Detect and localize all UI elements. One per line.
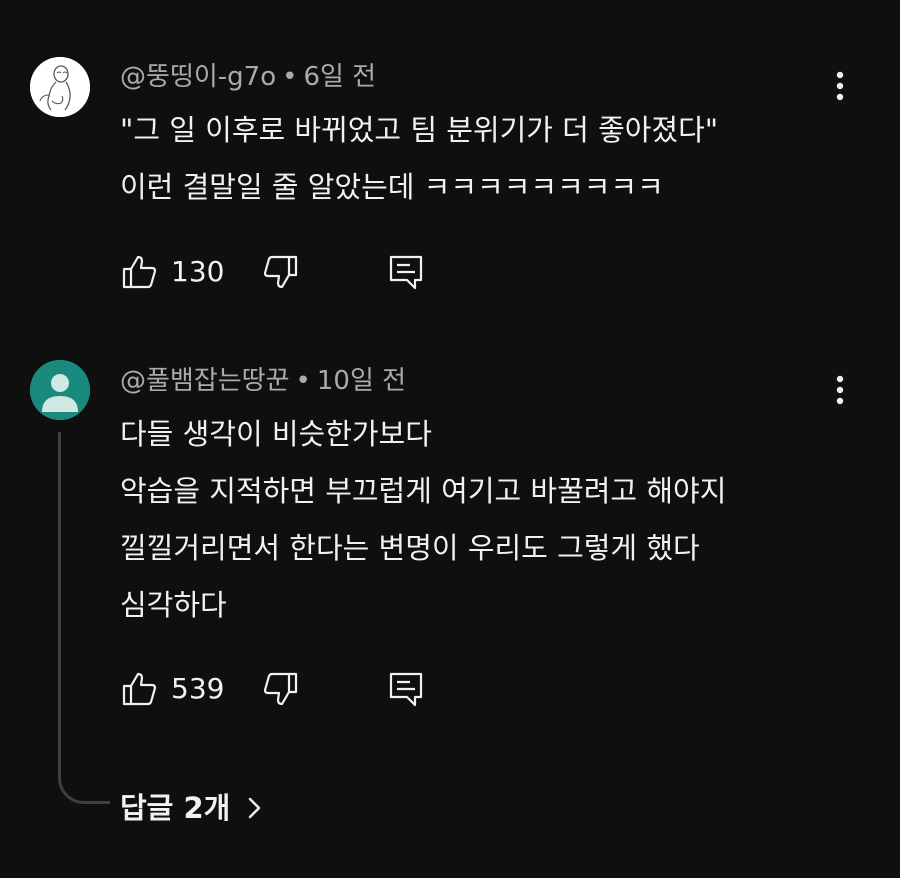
thumb-up-icon <box>122 255 157 289</box>
comment-line: "그 일 이후로 바뀌었고 팀 분위기가 더 좋아졌다" <box>120 113 719 147</box>
more-vert-icon <box>836 375 844 405</box>
like-button[interactable] <box>120 252 160 292</box>
more-vert-icon <box>836 71 844 101</box>
reply-button[interactable] <box>386 252 426 292</box>
thumb-up-icon <box>122 672 157 706</box>
comment-time[interactable]: 10일 전 <box>317 366 406 396</box>
reply-thread-line <box>58 432 110 804</box>
meta-separator: • <box>282 62 298 92</box>
comment-time[interactable]: 6일 전 <box>303 62 376 92</box>
comment-line: 낄낄거리면서 한다는 변명이 우리도 그렇게 했다 <box>120 531 700 565</box>
comment-meta: @풀뱀잡는땅꾼 • 10일 전 <box>120 368 406 394</box>
comment-line: 다들 생각이 비슷한가보다 <box>120 417 432 451</box>
like-count: 539 <box>171 672 225 705</box>
dislike-button[interactable] <box>260 252 300 292</box>
more-actions-button[interactable] <box>820 64 860 108</box>
avatar[interactable] <box>30 57 90 117</box>
reply-button[interactable] <box>386 669 426 709</box>
like-count: 130 <box>171 255 225 288</box>
dislike-button[interactable] <box>260 669 300 709</box>
view-replies-button[interactable]: 답글 2개 <box>120 788 262 828</box>
more-actions-button[interactable] <box>820 368 860 412</box>
chevron-right-icon <box>249 797 261 819</box>
like-button[interactable] <box>120 669 160 709</box>
avatar[interactable] <box>30 360 90 420</box>
comment-author[interactable]: @뚱띵이-g7o <box>120 62 276 92</box>
comment-line: 악습을 지적하면 부끄럽게 여기고 바꿀려고 해야지 <box>120 474 727 508</box>
thumb-down-icon <box>263 672 298 706</box>
comment-meta: @뚱띵이-g7o • 6일 전 <box>120 64 376 90</box>
comment-actions: 130 <box>120 252 440 292</box>
comment-text: "그 일 이후로 바뀌었고 팀 분위기가 더 좋아졌다" 이런 결말일 줄 알았… <box>120 102 718 216</box>
sketch-avatar-icon <box>30 57 90 117</box>
replies-count-label: 답글 2개 <box>120 791 231 825</box>
comment-line: 심각하다 <box>120 588 227 622</box>
comment-reply-icon <box>389 672 423 707</box>
comment-author[interactable]: @풀뱀잡는땅꾼 <box>120 366 290 396</box>
comment-actions: 539 <box>120 669 440 709</box>
thumb-down-icon <box>263 255 298 289</box>
comment-line: 이런 결말일 줄 알았는데 ㅋㅋㅋㅋㅋㅋㅋㅋㅋ <box>120 170 664 204</box>
default-user-icon <box>30 360 90 420</box>
comment-reply-icon <box>389 255 423 290</box>
meta-separator: • <box>295 366 311 396</box>
comment-text: 다들 생각이 비슷한가보다 악습을 지적하면 부끄럽게 여기고 바꿀려고 해야지… <box>120 406 726 634</box>
